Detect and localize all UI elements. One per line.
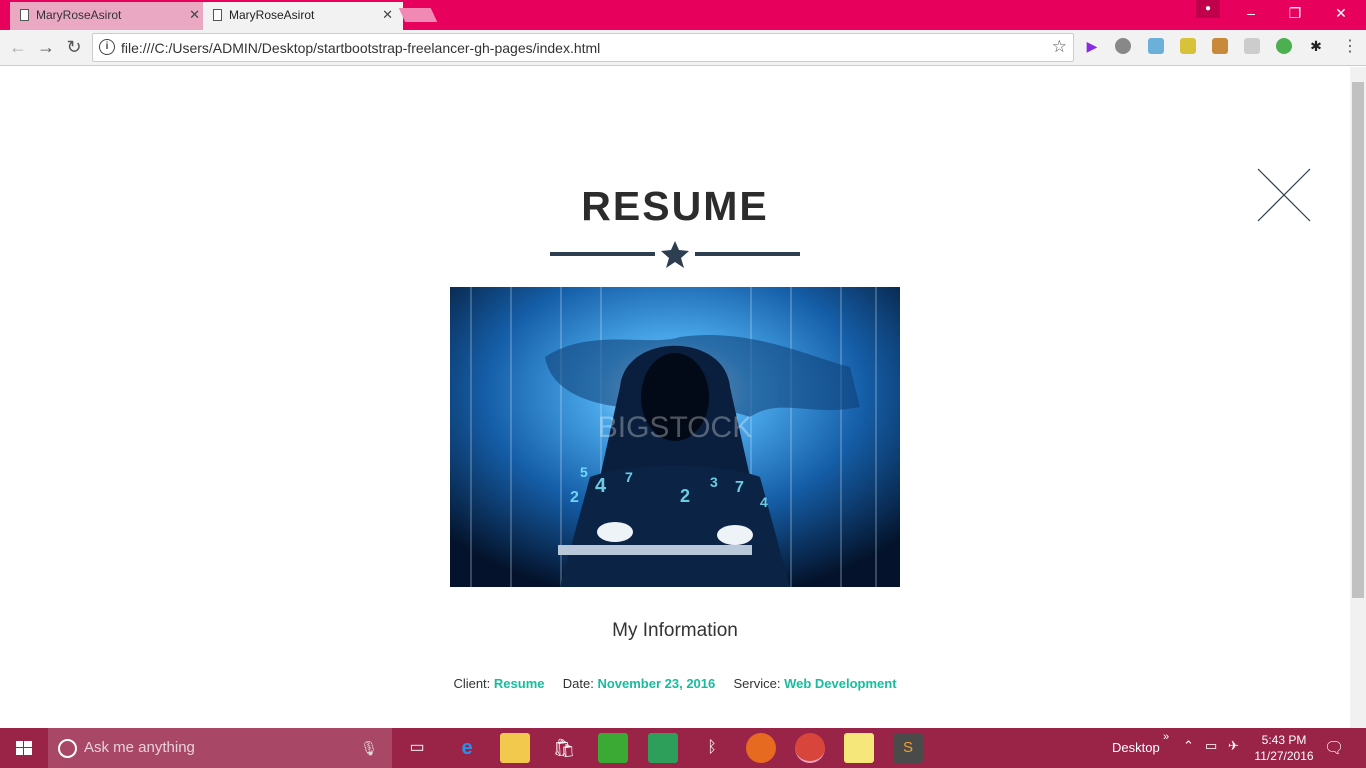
bug-extension-icon[interactable]: ✱ [1308,38,1324,54]
tool-extension-icon[interactable] [1212,38,1228,54]
globe-extension-icon[interactable] [1115,38,1131,54]
svg-text:7: 7 [735,479,744,496]
bigstock-watermark: BIGSTOCK [598,411,752,444]
star-icon [661,241,689,268]
client-value[interactable]: Resume [494,676,545,691]
svg-text:2: 2 [680,486,690,506]
sublime-text-icon[interactable]: S [893,733,923,763]
page-icon [20,9,29,21]
chevron-up-icon[interactable]: ⌃ [1183,738,1194,754]
back-arrow-icon[interactable]: ← [6,36,30,60]
battery-icon[interactable]: ▭ [1205,738,1217,754]
svg-text:4: 4 [595,475,607,497]
camera-extension-icon[interactable] [1180,38,1196,54]
service-value[interactable]: Web Development [784,676,896,691]
cortana-icon [58,739,77,758]
forward-arrow-icon[interactable]: → [34,36,58,60]
service-label: Service: [733,676,781,691]
section-subtitle: My Information [612,620,738,641]
overflow-chevrons-icon[interactable]: » [1163,731,1169,743]
chrome-icon[interactable] [795,733,825,763]
clock-time: 5:43 PM [1261,733,1307,747]
store-icon[interactable]: 🛍 [549,733,579,763]
svg-text:4: 4 [760,494,768,510]
svg-text:3: 3 [710,474,718,490]
person-icon[interactable]: ● [1196,0,1220,18]
tab-2[interactable]: MaryRoseAsirot ✕ [203,2,403,30]
file-explorer-icon[interactable] [500,733,530,763]
minimize-button[interactable]: – [1228,0,1274,28]
page-icon [213,9,222,21]
clock-date: 11/27/2016 [1254,749,1314,763]
date-value[interactable]: November 23, 2016 [597,676,715,691]
edge-icon[interactable]: e [452,733,482,763]
network-icon[interactable]: ✈ [1228,738,1239,754]
clip-extension-icon[interactable] [1148,38,1164,54]
tab-1-close-icon[interactable]: ✕ [189,2,200,28]
bluetooth-icon[interactable]: ᛒ [697,733,727,763]
bookmark-star-icon[interactable]: ☆ [1052,37,1067,57]
search-placeholder: Ask me anything [84,739,195,756]
desktop-toolbar-label[interactable]: Desktop [1112,740,1160,755]
system-clock[interactable]: 5:43 PM 11/27/2016 [1246,732,1322,764]
new-tab-button[interactable] [398,8,438,22]
address-bar[interactable]: i file:///C:/Users/ADMIN/Desktop/startbo… [92,33,1074,62]
puzzle-extension-icon[interactable] [1244,38,1260,54]
firefox-icon[interactable] [746,733,776,763]
svg-text:7: 7 [625,469,633,485]
windows-start-icon[interactable] [0,728,48,768]
microphone-icon[interactable]: 🎙 [360,728,378,768]
tab-1[interactable]: MaryRoseAsirot ✕ [10,2,210,30]
restore-button[interactable]: ❐ [1272,0,1318,28]
hero-image: BIGSTOCK 24 72 37 45 [450,287,900,587]
tab-strip: MaryRoseAsirot ✕ MaryRoseAsirot ✕ ● – ❐ … [0,0,1366,30]
color-extension-icon[interactable] [1276,38,1292,54]
tab-1-label: MaryRoseAsirot [36,8,122,22]
info-icon[interactable]: i [99,39,115,55]
sticky-notes-icon[interactable] [844,733,874,763]
cloud-app-icon[interactable] [598,733,628,763]
task-view-icon[interactable]: ▭ [402,733,432,763]
play-extension-icon[interactable]: ▶ [1084,38,1100,54]
browser-toolbar: ← → ↻ i file:///C:/Users/ADMIN/Desktop/s… [0,30,1366,66]
page-title: RESUME [581,183,769,229]
page-content: RESUME BIGSTOCK 24 7 2 3 7 4 5 My Inform… [0,67,1350,728]
menu-icon[interactable]: ⋮ [1342,37,1358,59]
svg-text:2: 2 [570,489,579,506]
client-label: Client: [453,676,491,691]
notes-app-icon[interactable] [648,733,678,763]
project-meta: Client: Resume Date: November 23, 2016 S… [0,676,1350,691]
notification-icon[interactable]: 🗨 [1324,738,1344,758]
close-window-button[interactable]: ✕ [1318,0,1364,28]
date-label: Date: [562,676,594,691]
address-text[interactable]: file:///C:/Users/ADMIN/Desktop/startboot… [121,40,600,56]
scrollbar-thumb[interactable] [1352,82,1364,598]
cortana-search-box[interactable]: Ask me anything 🎙 [48,728,392,768]
star-divider [550,241,800,268]
svg-text:5: 5 [580,464,588,480]
tab-2-label: MaryRoseAsirot [229,8,315,22]
tab-2-close-icon[interactable]: ✕ [382,2,393,28]
reload-icon[interactable]: ↻ [62,36,86,60]
